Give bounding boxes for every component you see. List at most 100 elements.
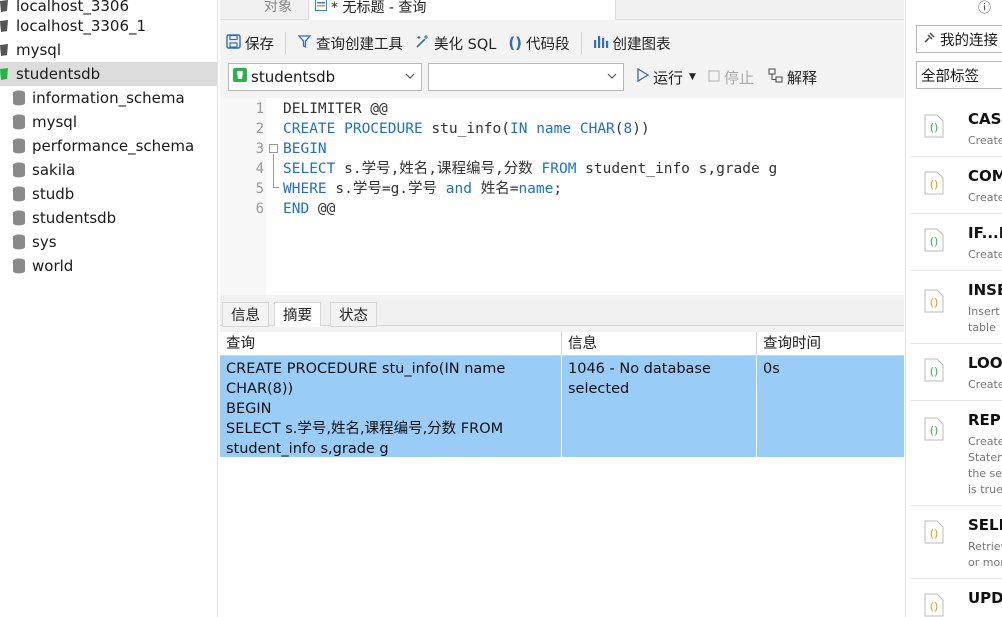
tree-label: studentsdb	[32, 209, 117, 227]
code-snippet-button[interactable]: () 代码段	[502, 29, 575, 57]
snippet-title: UPDA	[968, 589, 1002, 607]
result-cell-query[interactable]: CREATE PROCEDURE stu_info(IN name CHAR(8…	[220, 356, 562, 457]
snippet-item[interactable]: () CASE Create a	[910, 100, 1002, 157]
snippet-desc: Insert n	[968, 305, 1002, 318]
query-builder-button[interactable]: 查询创建工具	[291, 29, 409, 57]
create-chart-button[interactable]: 创建图表	[587, 29, 677, 57]
snippet-desc: Create A	[968, 435, 1002, 448]
tree-db-world[interactable]: world	[0, 254, 217, 278]
database-select-value: studentsdb	[251, 68, 336, 86]
snippet-title: LOOP	[968, 354, 1002, 372]
column-header-time[interactable]: 查询时间	[757, 332, 904, 356]
snippet-desc: is true.	[968, 483, 1002, 496]
tree-label: mysql	[32, 113, 77, 131]
code-line-1: DELIMITER @@	[283, 101, 388, 117]
column-header-query[interactable]: 查询	[220, 332, 562, 356]
tree-connection-localhost-3306-1[interactable]: localhost_3306_1	[0, 14, 217, 38]
query-line: CREATE PROCEDURE stu_info(IN name	[226, 361, 506, 377]
tree-db-information-schema[interactable]: information_schema	[0, 86, 217, 110]
connection-icon	[0, 19, 10, 33]
snippet-file-icon: ()	[924, 520, 944, 544]
run-button[interactable]: 运行 ▼	[630, 63, 702, 91]
sql-editor[interactable]: 1 2 3 4 5 6 DELIMITER @@ CREATE PROCEDUR…	[220, 98, 904, 295]
fold-toggle-icon[interactable]	[269, 144, 278, 153]
connection-tree: localhost_3306 localhost_3306_1 mysql st…	[0, 0, 218, 617]
caret-down-icon[interactable]: ▼	[689, 72, 696, 82]
tree-db-performance-schema[interactable]: performance_schema	[0, 134, 217, 158]
snippet-desc: Stateme	[968, 451, 1002, 464]
snippet-item[interactable]: () LOOP Create a	[910, 344, 1002, 401]
query-line: student_info s,grade g	[226, 441, 389, 457]
time-value: 0s	[763, 361, 780, 377]
result-cell-time[interactable]: 0s	[757, 356, 904, 457]
snippet-file-icon: ()	[924, 358, 944, 382]
explain-button[interactable]: 解释	[762, 63, 823, 91]
line-number: 3	[255, 141, 264, 157]
svg-text:(): ()	[930, 121, 939, 134]
snippet-title: CASE	[968, 110, 1002, 128]
code-line-6: END @@	[283, 201, 336, 217]
snippet-item[interactable]: () SELEC Retrieve or more	[910, 506, 1002, 579]
database-icon	[12, 114, 26, 130]
tree-connection-studentsdb[interactable]: studentsdb	[0, 62, 217, 86]
tree-label: performance_schema	[32, 137, 195, 155]
tab-objects[interactable]: 对象	[248, 0, 308, 20]
snippet-title: COMM	[968, 167, 1002, 185]
tree-db-sys[interactable]: sys	[0, 230, 217, 254]
tree-connection-mysql[interactable]: mysql	[0, 38, 217, 62]
query-tab-label: * 无标题 - 查询	[331, 0, 427, 16]
snippet-desc: table	[968, 321, 996, 334]
save-icon	[226, 33, 241, 53]
snippet-item[interactable]: () IF...EL Create a	[910, 214, 1002, 271]
fold-guide-end	[273, 187, 279, 188]
snippet-item[interactable]: () REPEA Create A Stateme the sear is tr…	[910, 401, 1002, 506]
info-line: selected	[568, 381, 630, 397]
info-icon[interactable]: ⓘ	[978, 0, 991, 16]
result-cell-info[interactable]: 1046 - No database selected	[562, 356, 757, 457]
tree-label: mysql	[16, 41, 61, 59]
stop-label: 停止	[724, 68, 755, 87]
svg-text:(): ()	[930, 600, 939, 613]
tree-db-studentsdb[interactable]: studentsdb	[0, 206, 217, 230]
snippet-item[interactable]: () INSER Insert n table	[910, 271, 1002, 344]
code-line-3: BEGIN	[283, 141, 327, 157]
result-grid: 查询 信息 查询时间 CREATE PROCEDURE stu_info(IN …	[220, 332, 904, 617]
tree-label: world	[32, 257, 74, 275]
beautify-sql-button[interactable]: 美化 SQL	[409, 29, 502, 57]
line-number: 4	[255, 161, 264, 177]
column-header-info[interactable]: 信息	[562, 332, 757, 356]
tree-db-mysql[interactable]: mysql	[0, 110, 217, 134]
database-icon	[12, 162, 26, 178]
explain-label: 解释	[787, 68, 818, 87]
save-button[interactable]: 保存	[220, 29, 280, 57]
query-editor-pane: 对象 * 无标题 - 查询 保存 查询创建工具 美化 SQL () 代码段 创建…	[220, 0, 904, 617]
code-line-4: SELECT s.学号,姓名,课程编号,分数 FROM student_info…	[283, 161, 778, 177]
tab-query[interactable]: * 无标题 - 查询	[308, 0, 616, 20]
chevron-down-icon	[607, 73, 617, 79]
chevron-down-icon	[405, 73, 415, 79]
database-icon	[12, 90, 26, 106]
info-line: 1046 - No database	[568, 361, 711, 377]
snippet-desc: the sear	[968, 467, 1002, 480]
snippet-item[interactable]: () UPDA	[910, 579, 1002, 617]
snippet-item[interactable]: () COMM Create a	[910, 157, 1002, 214]
line-number: 5	[255, 181, 264, 197]
tree-db-studb[interactable]: studb	[0, 182, 217, 206]
snippet-file-icon: ()	[924, 114, 944, 138]
run-bar: studentsdb 运行 ▼ 停止 解释	[220, 62, 904, 92]
tree-db-sakila[interactable]: sakila	[0, 158, 217, 182]
result-tab-status[interactable]: 状态	[330, 302, 377, 327]
database-select[interactable]: studentsdb	[228, 63, 422, 91]
play-icon	[636, 67, 650, 86]
toolbar-separator	[285, 32, 286, 54]
result-tab-summary[interactable]: 摘要	[274, 302, 321, 327]
result-tab-info[interactable]: 信息	[222, 302, 269, 327]
magic-wand-icon	[415, 34, 430, 53]
schema-select[interactable]	[428, 63, 624, 91]
svg-text:(): ()	[930, 296, 939, 309]
stop-button[interactable]: 停止	[702, 63, 760, 91]
snippet-title: INSER	[968, 281, 1002, 299]
tag-filter-select[interactable]: 全部标签	[916, 61, 1002, 89]
line-number: 2	[255, 121, 264, 137]
my-connections-button[interactable]: 我的连接	[916, 25, 1002, 53]
